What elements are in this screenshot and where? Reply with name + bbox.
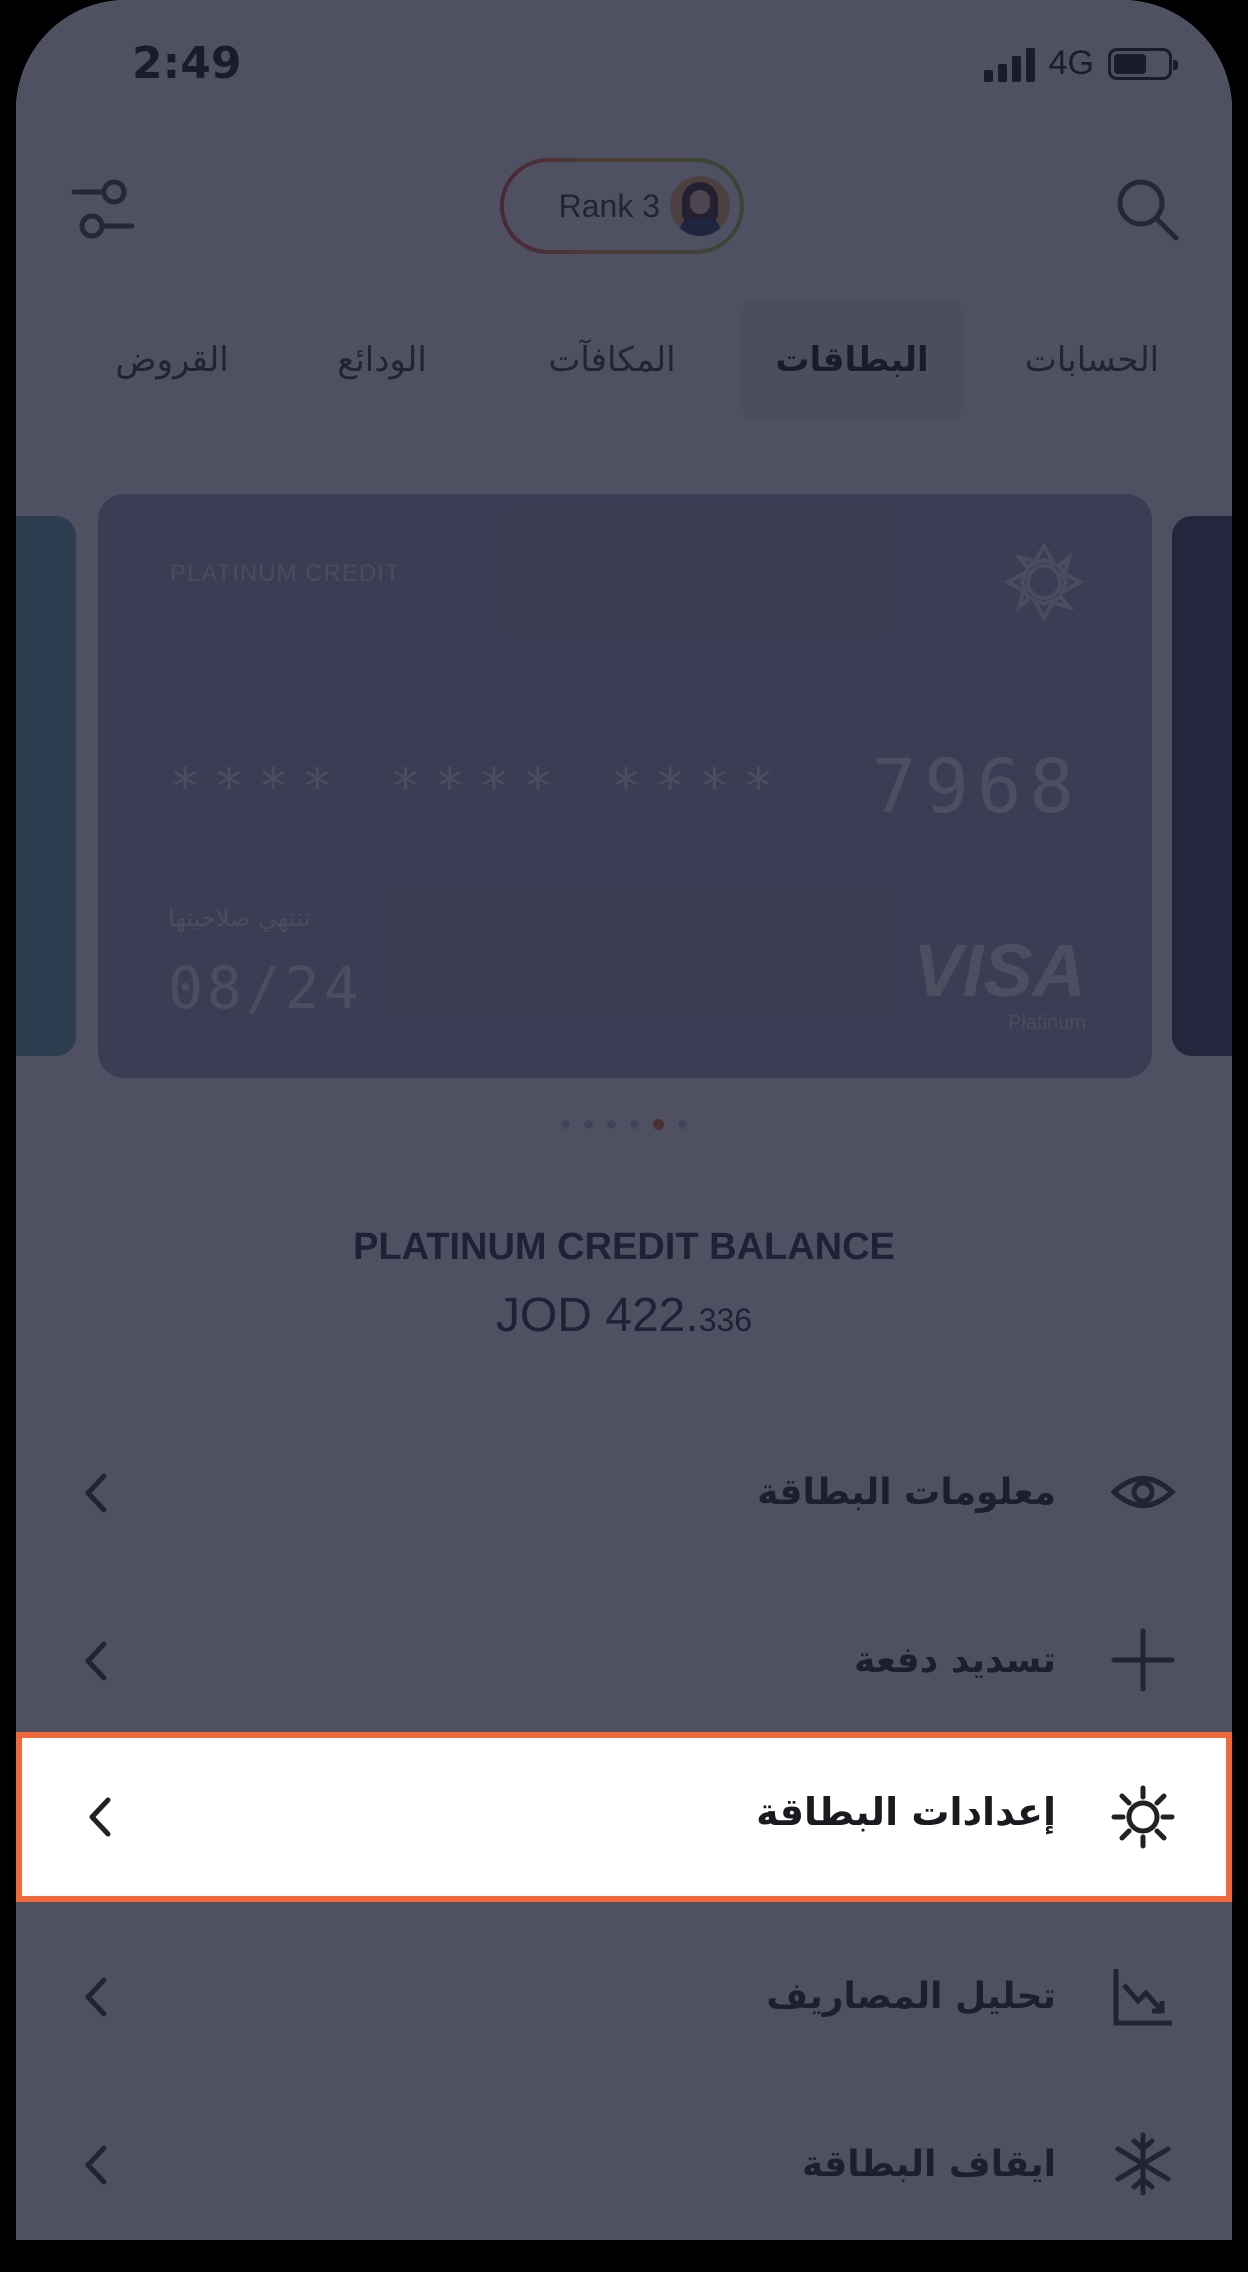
status-indicators: 4G (983, 44, 1178, 83)
card-brand: VISA Platinum (913, 934, 1086, 1035)
balance-title: PLATINUM CREDIT BALANCE (353, 1226, 895, 1268)
tab-cards[interactable]: البطاقات (742, 300, 962, 420)
balance-amount-main: JOD 422. (495, 1289, 699, 1342)
balance-amount-fraction: 336 (698, 1302, 753, 1338)
chevron-left-icon (85, 1473, 107, 1513)
gear-icon (1111, 1785, 1175, 1849)
rank-label: Rank 3 (558, 187, 660, 224)
expiry-label: تنتهي صلاحيتها (168, 904, 311, 932)
visa-logo: VISA (913, 929, 1086, 1012)
card-type: PLATINUM CREDIT (170, 560, 401, 587)
chevron-left-icon (85, 1641, 107, 1681)
card-tier: Platinum (1008, 1012, 1086, 1034)
expiry-date: 08/24 (168, 954, 363, 1022)
plus-icon (1111, 1628, 1175, 1692)
menu-make-payment[interactable]: تسديد دفعة (16, 1578, 1232, 1742)
next-card[interactable] (1172, 516, 1232, 1056)
eye-icon (1110, 1476, 1176, 1508)
pager-dot[interactable] (678, 1120, 687, 1129)
chevron-left-icon (89, 1797, 111, 1837)
chart-down-icon (1113, 1969, 1172, 2026)
tab-accounts[interactable]: الحسابات (992, 300, 1192, 420)
status-time: 2:49 (132, 38, 242, 89)
pager-dot-active[interactable] (653, 1119, 664, 1130)
pager-dot[interactable] (607, 1120, 616, 1129)
menu-label: تحليل المصاريف (766, 1975, 1056, 2017)
tab-rewards[interactable]: المكافآت (512, 300, 712, 420)
battery-icon (1108, 47, 1178, 80)
menu-card-info[interactable]: معلومات البطاقة (16, 1410, 1232, 1574)
search-button[interactable] (1112, 174, 1182, 244)
search-icon (1117, 179, 1179, 241)
sliders-icon (71, 179, 135, 239)
avatar (670, 176, 730, 236)
carousel-pager (16, 1119, 1232, 1130)
credit-card[interactable]: PLATINUM CREDIT **** **** **** 7968 تنته… (98, 494, 1152, 1078)
pager-dot[interactable] (584, 1120, 593, 1129)
pager-dot[interactable] (630, 1120, 639, 1129)
rank-badge[interactable]: Rank 3 (500, 158, 744, 254)
card-number-masked: **** **** **** (170, 758, 788, 816)
filter-button[interactable] (70, 178, 136, 240)
card-last4: 7968 (871, 744, 1082, 830)
chevron-left-icon (85, 1977, 107, 2017)
tab-loans[interactable]: القروض (82, 300, 262, 420)
menu-label: معلومات البطاقة (757, 1471, 1056, 1513)
signal-icon (983, 46, 1035, 82)
tab-deposits[interactable]: الودائع (292, 300, 472, 420)
balance-amount: JOD 422.336 (16, 1288, 1232, 1343)
phone-screen: 2:49 4G Rank 3 الحسابات البطاقات المكافآ… (16, 0, 1232, 2240)
menu-freeze-card[interactable]: ايقاف البطاقة (16, 2082, 1232, 2240)
card-number: **** **** **** 7968 (170, 744, 1082, 830)
bank-logo-icon (1003, 541, 1085, 623)
menu-spending-analysis[interactable]: تحليل المصاريف (16, 1914, 1232, 2078)
network-type: 4G (1048, 44, 1094, 82)
pager-dot[interactable] (561, 1120, 570, 1129)
menu-label: ايقاف البطاقة (801, 2143, 1056, 2185)
section-tabs: الحسابات البطاقات المكافآت الودائع القرو… (16, 300, 1232, 420)
chevron-left-icon (85, 2145, 107, 2185)
previous-card[interactable] (16, 516, 76, 1056)
menu-card-settings[interactable]: إعدادات البطاقة (16, 1732, 1232, 1902)
menu-label: إعدادات البطاقة (756, 1790, 1056, 1834)
snowflake-icon (1115, 2132, 1171, 2196)
menu-label: تسديد دفعة (854, 1639, 1056, 1681)
